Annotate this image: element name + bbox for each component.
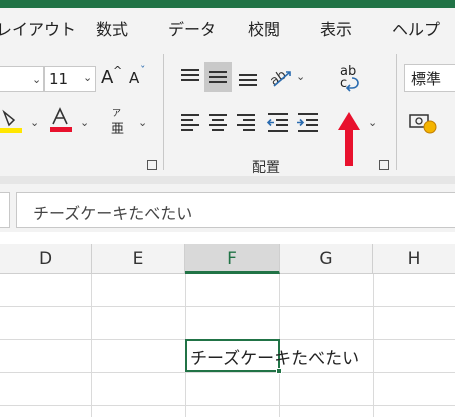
align-left-button[interactable] (178, 110, 202, 134)
font-size-value: 11 (49, 70, 69, 88)
group-separator (396, 54, 397, 170)
column-header-e[interactable]: E (92, 244, 185, 274)
wrap-arrow-icon (345, 77, 359, 92)
title-bar-strip (0, 0, 455, 8)
caret-up-icon: ^ (113, 64, 123, 77)
svg-text:ab: ab (268, 68, 289, 90)
gridline (0, 405, 455, 406)
tab-page-layout[interactable]: レイアウト (0, 16, 76, 40)
font-group-launcher-icon[interactable] (147, 160, 157, 170)
decrease-font-icon: A (129, 69, 140, 87)
align-center-button[interactable] (206, 110, 230, 134)
bottom-align-button[interactable] (236, 64, 260, 88)
tab-data[interactable]: データ (168, 16, 216, 40)
phonetic-chevron-icon[interactable]: ⌄ (138, 116, 147, 129)
alignment-group-launcher-icon[interactable] (379, 160, 389, 170)
gridline (91, 274, 92, 417)
annotation-arrow-icon (338, 112, 360, 166)
group-separator (163, 54, 164, 170)
font-name-select[interactable]: ⌄ (0, 66, 44, 92)
increase-indent-button[interactable] (296, 110, 320, 134)
column-header-f[interactable]: F (185, 244, 280, 274)
formula-bar-input[interactable]: チーズケーキたべたい (16, 192, 455, 228)
phonetic-bottom-glyph: 亜 (111, 122, 125, 137)
fill-color-chevron-icon[interactable]: ⌄ (30, 116, 39, 129)
column-header-h[interactable]: H (373, 244, 455, 274)
cell-f-value: チーズケーキたべたい (190, 349, 360, 369)
paint-bucket-icon (0, 109, 22, 133)
fill-color-button[interactable] (0, 108, 28, 136)
gridline (0, 306, 455, 307)
tab-help[interactable]: ヘルプ (392, 16, 440, 40)
ribbon-tabs: レイアウト 数式 データ 校閲 表示 ヘルプ (0, 8, 455, 46)
number-format-select[interactable]: 標準 (404, 64, 455, 92)
font-size-select[interactable]: 11 ⌄ (44, 66, 96, 92)
ribbon-bottom-edge (0, 176, 455, 184)
font-color-button[interactable] (48, 106, 74, 134)
name-box[interactable] (0, 192, 10, 228)
wrap-text-button[interactable]: ab c (336, 64, 362, 94)
tab-view[interactable]: 表示 (320, 16, 352, 40)
middle-align-button[interactable] (204, 62, 232, 92)
font-color-icon (50, 107, 72, 132)
font-color-chevron-icon[interactable]: ⌄ (80, 116, 89, 129)
orientation-button[interactable]: ab (267, 64, 294, 90)
decrease-font-size-button[interactable]: A ˇ (129, 64, 151, 90)
text-orientation-icon: ab (267, 68, 291, 90)
alignment-group-label: 配置 (252, 160, 280, 176)
increase-font-size-button[interactable]: A ^ (101, 64, 123, 90)
orientation-chevron-icon[interactable]: ⌄ (296, 70, 305, 83)
chevron-down-icon: ⌄ (83, 71, 93, 84)
chevron-down-icon: ⌄ (32, 73, 42, 86)
decrease-indent-icon (266, 113, 288, 132)
column-headers: D E F G H (0, 244, 455, 274)
formula-bar-value: チーズケーキたべたい (33, 204, 193, 223)
decrease-indent-button[interactable] (266, 110, 290, 134)
column-header-g[interactable]: G (280, 244, 373, 274)
accounting-format-button[interactable] (408, 110, 438, 136)
caret-down-icon: ˇ (140, 64, 146, 77)
column-header-d[interactable]: D (0, 244, 92, 274)
gridline (373, 274, 374, 417)
gridline (0, 372, 455, 373)
align-right-button[interactable] (234, 110, 258, 134)
phonetic-guide-button[interactable]: ア 亜 (108, 106, 134, 137)
number-format-value: 標準 (411, 70, 442, 88)
top-align-button[interactable] (178, 64, 202, 88)
merge-center-chevron-icon[interactable]: ⌄ (368, 116, 377, 129)
increase-indent-icon (297, 113, 318, 132)
tab-review[interactable]: 校閲 (248, 16, 280, 40)
currency-icon (409, 114, 437, 134)
tab-formulas[interactable]: 数式 (96, 16, 128, 40)
increase-font-icon: A (101, 67, 114, 88)
